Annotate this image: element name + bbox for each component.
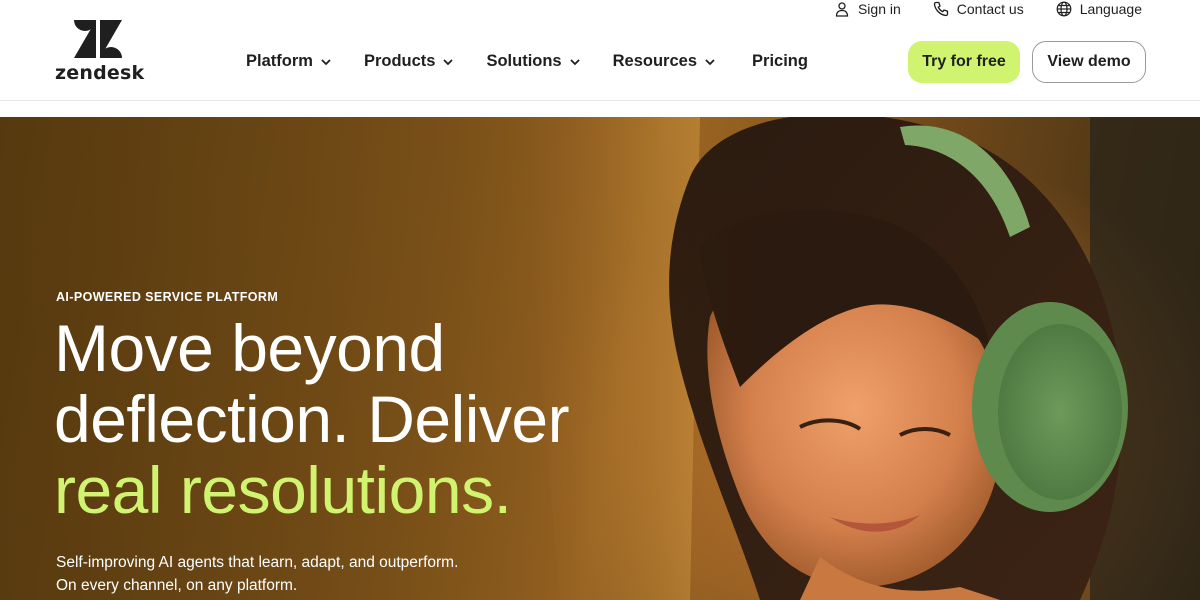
zendesk-logo[interactable]: zendesk — [55, 20, 145, 84]
nav-item-label: Solutions — [486, 52, 562, 70]
hero-subtext: Self-improving AI agents that learn, ada… — [56, 551, 576, 597]
try-for-free-button[interactable]: Try for free — [908, 41, 1020, 83]
nav-item-products[interactable]: Products — [364, 52, 455, 71]
globe-icon — [1056, 1, 1072, 17]
chevron-down-icon — [569, 58, 580, 65]
nav-item-pricing[interactable]: Pricing — [752, 52, 808, 71]
chevron-down-icon — [321, 58, 331, 65]
sign-in-label: Sign in — [857, 1, 901, 17]
headline-line-1: Move beyond — [54, 311, 445, 385]
chevron-down-icon — [443, 58, 454, 65]
phone-icon — [933, 1, 948, 17]
zendesk-logo-mark — [74, 20, 122, 58]
nav-item-resources[interactable]: Resources — [613, 52, 716, 71]
subtext-line-1: Self-improving AI agents that learn, ada… — [56, 554, 459, 571]
hero-eyebrow: AI-POWERED SERVICE PLATFORM — [56, 290, 279, 304]
view-demo-button[interactable]: View demo — [1032, 41, 1146, 83]
language-link[interactable]: Language — [1056, 1, 1142, 17]
nav-item-solutions[interactable]: Solutions — [486, 52, 580, 71]
main-nav: Platform Products Solutions Resources Pr… — [246, 52, 840, 71]
hero-section: AI-POWERED SERVICE PLATFORM Move beyond … — [0, 117, 1200, 600]
nav-item-platform[interactable]: Platform — [246, 52, 332, 71]
nav-item-label: Platform — [246, 52, 313, 70]
nav-item-label: Resources — [612, 52, 698, 70]
nav-item-label: Pricing — [752, 52, 808, 70]
utility-nav: Sign in Contact us Language — [834, 0, 1142, 18]
subtext-line-2: On every channel, on any platform. — [56, 577, 298, 594]
headline-accent: real resolutions. — [54, 453, 512, 527]
language-label: Language — [1079, 1, 1142, 17]
chevron-down-icon — [705, 58, 715, 65]
sign-in-link[interactable]: Sign in — [834, 1, 901, 17]
headline-line-2: deflection. Deliver — [54, 382, 570, 456]
nav-item-label: Products — [363, 52, 436, 70]
hero-headline: Move beyond deflection. Deliver real res… — [54, 313, 734, 526]
site-header: zendesk Sign in Contact us Language Plat… — [0, 0, 1200, 101]
user-icon — [835, 2, 849, 17]
zendesk-wordmark: zendesk — [55, 62, 145, 84]
contact-us-link[interactable]: Contact us — [933, 1, 1024, 17]
contact-us-label: Contact us — [956, 1, 1024, 17]
